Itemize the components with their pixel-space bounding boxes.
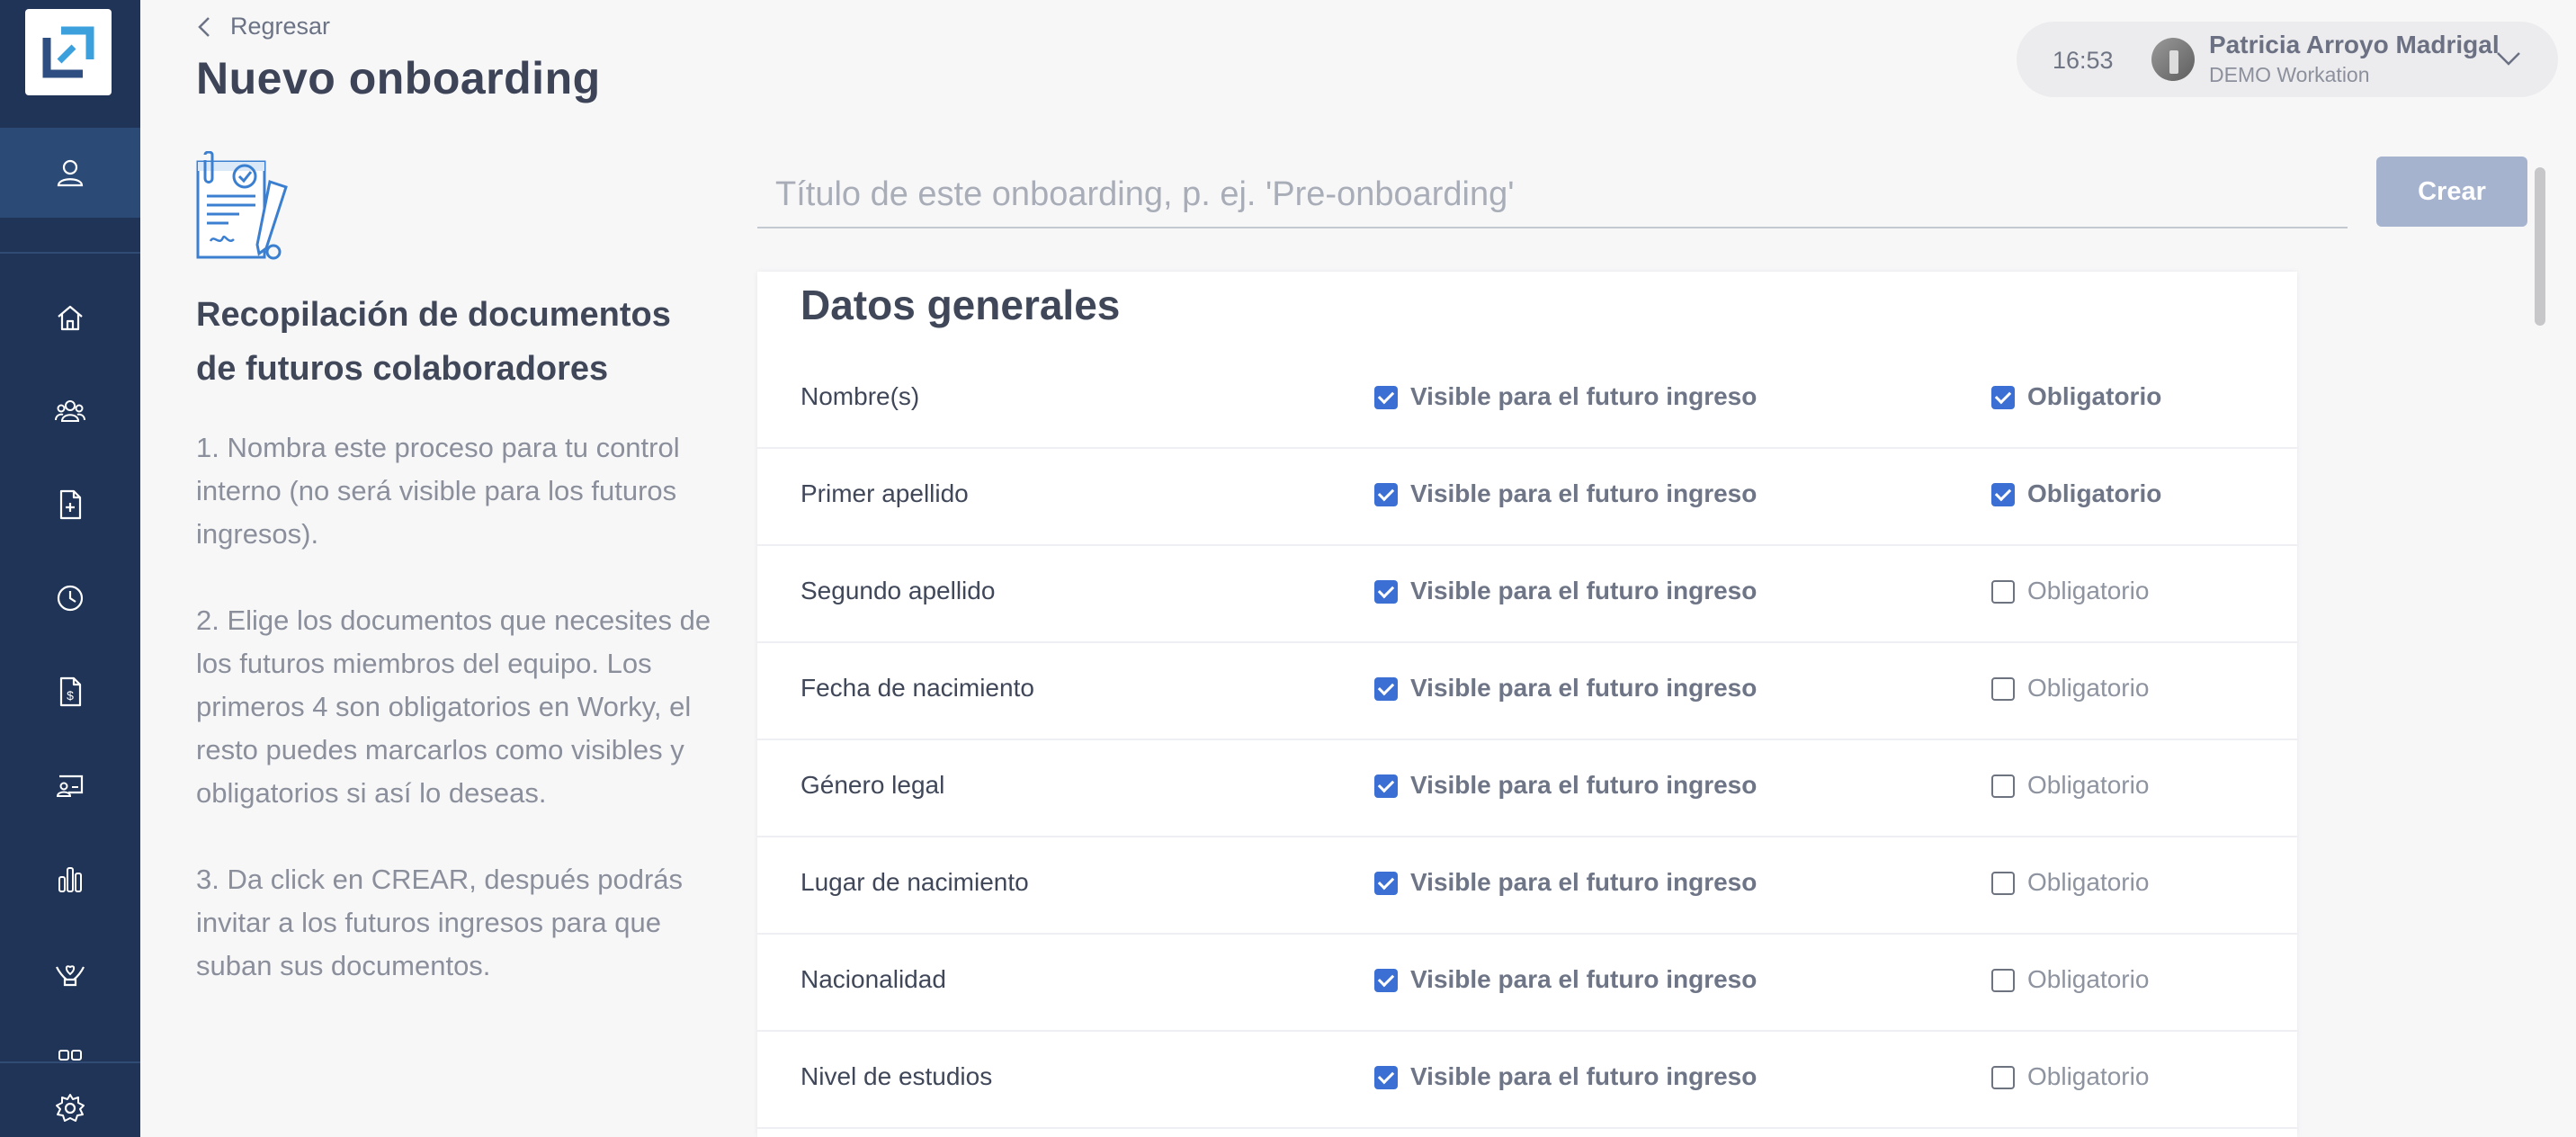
required-checkbox[interactable] xyxy=(1991,872,2015,895)
avatar xyxy=(2151,38,2195,81)
required-checkbox-label[interactable]: Obligatorio xyxy=(2027,674,2149,703)
chevron-down-icon[interactable] xyxy=(2495,49,2522,68)
info-step-3: 3. Da click en CREAR, después podrás inv… xyxy=(196,864,684,981)
field-label: Fecha de nacimiento xyxy=(801,674,1034,702)
required-checkbox-label[interactable]: Obligatorio xyxy=(2027,577,2149,605)
back-label: Regresar xyxy=(230,13,331,40)
app-logo[interactable] xyxy=(25,9,112,95)
document-add-icon xyxy=(59,489,82,520)
visible-checkbox[interactable] xyxy=(1374,386,1398,409)
user-name: Patricia Arroyo Madrigal xyxy=(2209,31,2500,58)
benefits-hands-icon xyxy=(56,965,85,987)
presentation-icon xyxy=(56,774,84,797)
chevron-left-icon xyxy=(198,16,210,37)
clock-icon xyxy=(57,585,84,612)
sidebar-item-time[interactable] xyxy=(0,567,140,630)
visible-checkbox[interactable] xyxy=(1374,969,1398,992)
sidebar-item-payroll[interactable]: $ xyxy=(0,660,140,723)
visible-checkbox[interactable] xyxy=(1374,774,1398,798)
field-label: Nivel de estudios xyxy=(801,1062,993,1090)
required-checkbox[interactable] xyxy=(1991,580,2015,604)
gear-icon xyxy=(56,1094,85,1122)
visible-checkbox[interactable] xyxy=(1374,872,1398,895)
table-row: Segundo apellido Visible para el futuro i… xyxy=(757,546,2297,643)
grid-icon xyxy=(58,1050,82,1061)
table-row: Primer apellido Visible para el futuro in… xyxy=(757,449,2297,546)
info-step-2: 2. Elige los documentos que necesites de… xyxy=(196,604,711,809)
bar-chart-icon xyxy=(58,867,82,892)
required-checkbox-label[interactable]: Obligatorio xyxy=(2027,479,2161,508)
required-checkbox-label[interactable]: Obligatorio xyxy=(2027,868,2149,897)
required-checkbox[interactable] xyxy=(1991,483,2015,506)
sidebar-item-benefits[interactable] xyxy=(0,941,140,1004)
required-checkbox[interactable] xyxy=(1991,774,2015,798)
visible-checkbox[interactable] xyxy=(1374,1066,1398,1089)
page-title: Nuevo onboarding xyxy=(196,53,601,103)
required-checkbox-label[interactable]: Obligatorio xyxy=(2027,965,2149,994)
required-checkbox[interactable] xyxy=(1991,386,2015,409)
visible-checkbox[interactable] xyxy=(1374,483,1398,506)
home-icon xyxy=(58,305,83,331)
sidebar-item-reports[interactable] xyxy=(0,847,140,910)
required-checkbox[interactable] xyxy=(1991,677,2015,701)
sidebar: $ xyxy=(0,0,140,1137)
onboarding-title-input[interactable] xyxy=(757,162,2348,228)
field-label: Nombre(s) xyxy=(801,382,920,410)
visible-checkbox-label[interactable]: Visible para el futuro ingreso xyxy=(1410,479,1757,508)
sidebar-item-people[interactable] xyxy=(0,380,140,443)
section-title: Datos generales xyxy=(801,282,1121,328)
user-organization: DEMO Workation xyxy=(2209,63,2370,86)
sidebar-item-home[interactable] xyxy=(0,286,140,349)
svg-text:$: $ xyxy=(67,688,74,703)
required-checkbox-label[interactable]: Obligatorio xyxy=(2027,771,2149,800)
sidebar-item-more[interactable] xyxy=(0,1047,140,1061)
sidebar-divider xyxy=(0,1061,140,1063)
field-label: Primer apellido xyxy=(801,479,969,507)
visible-checkbox[interactable] xyxy=(1374,677,1398,701)
sidebar-item-settings[interactable] xyxy=(0,1079,140,1137)
sidebar-item-training[interactable] xyxy=(0,754,140,817)
create-button[interactable]: Crear xyxy=(2376,157,2527,227)
visible-checkbox-label[interactable]: Visible para el futuro ingreso xyxy=(1410,577,1757,605)
user-menu[interactable]: 16:53 Patricia Arroyo Madrigal DEMO Work… xyxy=(2017,22,2558,97)
field-label: Segundo apellido xyxy=(801,577,996,604)
visible-checkbox-label[interactable]: Visible para el futuro ingreso xyxy=(1410,674,1757,703)
back-link[interactable]: Regresar xyxy=(196,13,330,40)
table-row: Nacionalidad Visible para el futuro ingre… xyxy=(757,935,2297,1032)
general-data-card: Datos generales Nombre(s) Visible para el… xyxy=(757,272,2297,1137)
visible-checkbox[interactable] xyxy=(1374,580,1398,604)
visible-checkbox-label[interactable]: Visible para el futuro ingreso xyxy=(1410,868,1757,897)
people-icon xyxy=(55,400,85,422)
clock-time: 16:53 xyxy=(2053,47,2114,74)
table-row: Fecha de nacimiento Visible para el futur… xyxy=(757,643,2297,740)
field-label: Lugar de nacimiento xyxy=(801,868,1029,896)
required-checkbox[interactable] xyxy=(1991,969,2015,992)
user-icon xyxy=(57,159,84,187)
table-row: Nivel de estudios Visible para el futuro … xyxy=(757,1032,2297,1129)
worky-logo-icon xyxy=(42,26,94,78)
visible-checkbox-label[interactable]: Visible para el futuro ingreso xyxy=(1410,771,1757,800)
info-step-1: 1. Nombra este proceso para tu control i… xyxy=(196,432,680,550)
required-checkbox-label[interactable]: Obligatorio xyxy=(2027,1062,2149,1091)
field-label: Nacionalidad xyxy=(801,965,946,993)
scrollbar-thumb[interactable] xyxy=(2535,167,2545,326)
visible-checkbox-label[interactable]: Visible para el futuro ingreso xyxy=(1410,382,1757,411)
required-checkbox-label[interactable]: Obligatorio xyxy=(2027,382,2161,411)
payroll-document-icon: $ xyxy=(59,676,82,707)
field-label: Género legal xyxy=(801,771,945,799)
info-heading: Recopilación de documentos de futuros co… xyxy=(196,296,671,388)
sidebar-item-documents[interactable] xyxy=(0,473,140,536)
visible-checkbox-label[interactable]: Visible para el futuro ingreso xyxy=(1410,1062,1757,1091)
sidebar-item-profile[interactable] xyxy=(0,128,140,218)
document-checklist-icon xyxy=(196,151,288,260)
required-checkbox[interactable] xyxy=(1991,1066,2015,1089)
table-row: Género legal Visible para el futuro ingre… xyxy=(757,740,2297,837)
table-row: Nombre(s) Visible para el futuro ingreso O… xyxy=(757,352,2297,449)
visible-checkbox-label[interactable]: Visible para el futuro ingreso xyxy=(1410,965,1757,994)
table-row: Lugar de nacimiento Visible para el futur… xyxy=(757,837,2297,935)
sidebar-divider xyxy=(0,252,140,254)
